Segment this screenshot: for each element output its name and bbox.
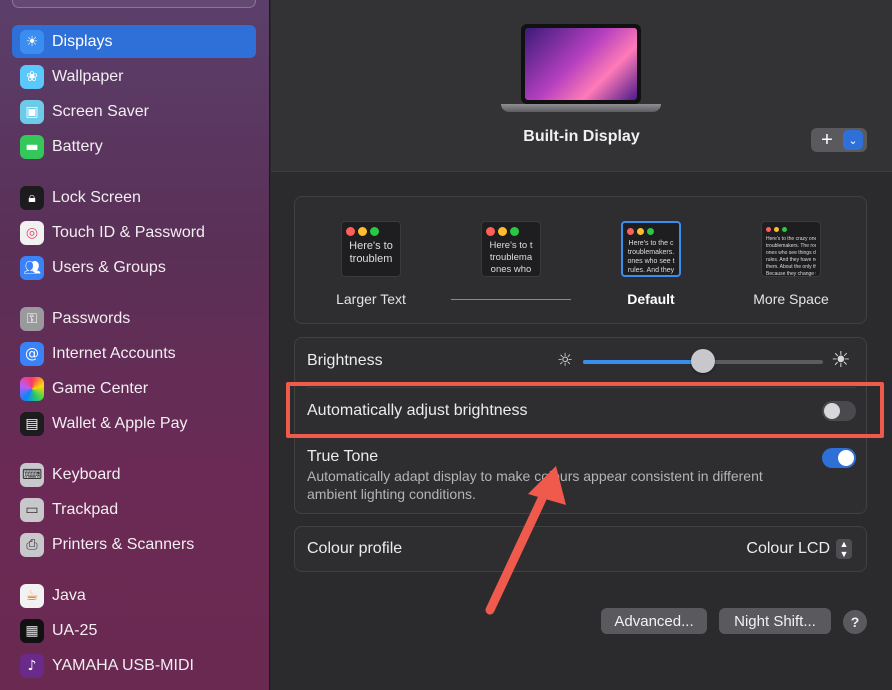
java-icon: ☕︎: [20, 583, 44, 608]
sidebar-item-label: Game Center: [52, 379, 149, 397]
screen-icon: ▣: [20, 99, 44, 124]
sun-small-icon: ☼: [557, 350, 574, 371]
printer-icon: ⎙: [20, 532, 44, 557]
at-icon: @: [20, 341, 44, 366]
sidebar-item-label: Keyboard: [52, 465, 121, 483]
colour-profile-select[interactable]: Colour LCD ▲ ▼: [746, 539, 852, 559]
battery-icon: ▬: [20, 134, 44, 159]
colour-profile-label: Colour profile: [307, 540, 403, 557]
sidebar-item-touch-id[interactable]: ◎ Touch ID & Password: [12, 216, 256, 249]
true-tone-description: Automatically adapt display to make colo…: [307, 468, 763, 502]
wallet-icon: ▤: [20, 411, 44, 436]
true-tone-toggle[interactable]: [822, 448, 856, 468]
sidebar-item-battery[interactable]: ▬ Battery: [12, 130, 256, 163]
colour-profile-value: Colour LCD: [746, 540, 830, 558]
yamaha-icon: ♪: [20, 653, 44, 678]
flower-icon: ❀: [20, 64, 44, 89]
up-down-chevron-icon: ▲ ▼: [836, 539, 852, 559]
sidebar-item-label: Printers & Scanners: [52, 535, 195, 553]
resolution-preview: Here's to the crazy one troublemakers. T…: [761, 221, 821, 277]
advanced-button[interactable]: Advanced...: [601, 608, 707, 634]
trackpad-icon: ▭: [20, 497, 44, 522]
sun-icon: ☀: [20, 29, 44, 54]
keyboard-icon: ⌨: [20, 462, 44, 487]
night-shift-button[interactable]: Night Shift...: [719, 608, 831, 634]
sidebar-item-label: Displays: [52, 32, 113, 50]
help-button[interactable]: ?: [843, 610, 867, 634]
sidebar-item-java[interactable]: ☕︎ Java: [12, 579, 256, 612]
brightness-slider[interactable]: [583, 349, 823, 373]
annotation-highlight-box: [286, 382, 884, 438]
sidebar-item-label: Users & Groups: [52, 258, 166, 276]
resolution-selector: Here's to troublem Larger Text Here's to…: [294, 196, 867, 324]
sun-large-icon: ☀: [831, 348, 851, 373]
sidebar-item-passwords[interactable]: ⚿ Passwords: [12, 302, 256, 335]
chevron-down-icon: ⌄: [843, 130, 863, 150]
users-icon: 👥︎: [20, 255, 44, 280]
ua25-icon: ▦: [20, 618, 44, 643]
lock-icon: 🔒︎: [20, 185, 44, 210]
sidebar-item-keyboard[interactable]: ⌨ Keyboard: [12, 458, 256, 491]
sidebar-item-trackpad[interactable]: ▭ Trackpad: [12, 493, 256, 526]
sidebar-item-label: UA-25: [52, 621, 98, 639]
add-display-button[interactable]: + ⌄: [811, 128, 867, 152]
display-name: Built-in Display: [523, 128, 640, 145]
sidebar-item-ua25[interactable]: ▦ UA-25: [12, 614, 256, 647]
fingerprint-icon: ◎: [20, 220, 44, 245]
sidebar-item-lock-screen[interactable]: 🔒︎ Lock Screen: [12, 181, 256, 214]
resolution-divider: [451, 299, 571, 300]
sidebar-item-label: Wallpaper: [52, 67, 124, 85]
sidebar-item-printers[interactable]: ⎙ Printers & Scanners: [12, 528, 256, 561]
sidebar-item-displays[interactable]: ☀ Displays: [12, 25, 256, 58]
sidebar-item-wallpaper[interactable]: ❀ Wallpaper: [12, 60, 256, 93]
resolution-label: Larger Text: [336, 291, 406, 307]
sidebar-item-label: Touch ID & Password: [52, 223, 205, 241]
resolution-option-more-space[interactable]: Here's to the crazy one troublemakers. T…: [731, 221, 851, 307]
sidebar-item-label: Trackpad: [52, 500, 119, 518]
main-panel: Built-in Display + ⌄ Here's to troublem …: [271, 0, 892, 690]
sidebar-item-screen-saver[interactable]: ▣ Screen Saver: [12, 95, 256, 128]
sidebar-item-label: Battery: [52, 137, 103, 155]
plus-icon: +: [821, 129, 833, 151]
resolution-option-2[interactable]: Here's to t troublema ones who: [451, 221, 571, 300]
brightness-slider-fill: [583, 360, 703, 364]
display-header: Built-in Display + ⌄: [271, 0, 892, 172]
key-icon: ⚿: [20, 306, 44, 331]
resolution-option-larger-text[interactable]: Here's to troublem Larger Text: [311, 221, 431, 307]
sidebar-search-field[interactable]: [12, 0, 256, 8]
resolution-preview: Here's to the c troublemakers. ones who …: [621, 221, 681, 277]
sidebar-item-game-center[interactable]: Game Center: [12, 372, 256, 405]
sidebar-item-internet-accounts[interactable]: @ Internet Accounts: [12, 337, 256, 370]
colour-profile-row: Colour profile Colour LCD ▲ ▼: [294, 526, 867, 572]
brightness-slider-knob[interactable]: [691, 349, 715, 373]
sidebar: ☀ Displays ❀ Wallpaper ▣ Screen Saver ▬ …: [0, 0, 270, 690]
resolution-label: Default: [627, 291, 675, 307]
sidebar-item-label: Screen Saver: [52, 102, 149, 120]
resolution-preview: Here's to troublem: [341, 221, 401, 277]
sidebar-item-yamaha[interactable]: ♪ YAMAHA USB-MIDI: [12, 649, 256, 682]
sidebar-item-label: YAMAHA USB-MIDI: [52, 656, 194, 674]
sidebar-item-label: Wallet & Apple Pay: [52, 414, 188, 432]
brightness-label: Brightness: [307, 352, 383, 369]
game-center-icon: [20, 376, 44, 401]
resolution-preview: Here's to t troublema ones who: [481, 221, 541, 277]
resolution-option-default[interactable]: Here's to the c troublemakers. ones who …: [591, 221, 711, 307]
true-tone-label: True Tone: [307, 448, 379, 465]
laptop-display-icon[interactable]: [501, 20, 661, 116]
sidebar-item-label: Lock Screen: [52, 188, 141, 206]
sidebar-item-label: Java: [52, 586, 86, 604]
sidebar-item-users-groups[interactable]: 👥︎ Users & Groups: [12, 251, 256, 284]
resolution-label: More Space: [753, 291, 829, 307]
sidebar-item-label: Internet Accounts: [52, 344, 176, 362]
sidebar-item-wallet[interactable]: ▤ Wallet & Apple Pay: [12, 407, 256, 440]
sidebar-item-label: Passwords: [52, 309, 131, 327]
